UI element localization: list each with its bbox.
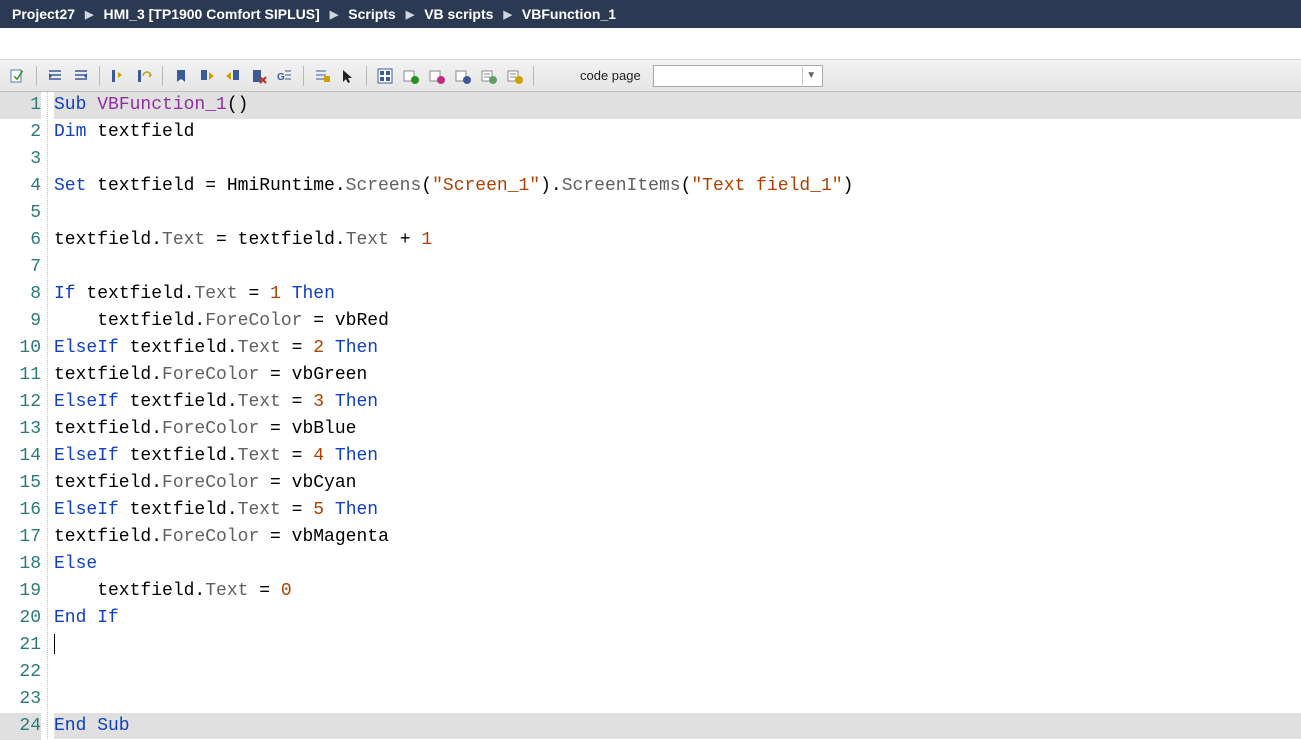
- code-page-select[interactable]: ▼: [653, 65, 823, 87]
- line-number: 22: [0, 659, 41, 686]
- line-number: 24: [0, 713, 41, 740]
- chevron-right-icon: ▶: [324, 8, 344, 21]
- code-line[interactable]: [54, 686, 1301, 713]
- code-line[interactable]: [54, 659, 1301, 686]
- code-line[interactable]: Sub VBFunction_1(): [54, 92, 1301, 119]
- header-spacer: [0, 28, 1301, 60]
- line-number: 7: [0, 254, 41, 281]
- indent-button[interactable]: [43, 64, 67, 88]
- object-list-button[interactable]: [373, 64, 397, 88]
- line-number: 21: [0, 632, 41, 659]
- chevron-right-icon: ▶: [400, 8, 420, 21]
- code-area[interactable]: Sub VBFunction_1()Dim textfield Set textf…: [48, 92, 1301, 739]
- code-line[interactable]: textfield.ForeColor = vbBlue: [54, 416, 1301, 443]
- toolbar-separator: [366, 66, 367, 86]
- toolbar-separator: [303, 66, 304, 86]
- code-line[interactable]: If textfield.Text = 1 Then: [54, 281, 1301, 308]
- text-caret: [54, 634, 55, 654]
- code-line[interactable]: textfield.ForeColor = vbMagenta: [54, 524, 1301, 551]
- code-line[interactable]: Dim textfield: [54, 119, 1301, 146]
- breadcrumb: Project27 ▶ HMI_3 [TP1900 Comfort SIPLUS…: [0, 0, 1301, 28]
- code-editor[interactable]: 123456789101112131415161718192021222324 …: [0, 92, 1301, 739]
- editor-toolbar: G code page ▼: [0, 60, 1301, 92]
- line-number: 5: [0, 200, 41, 227]
- line-number: 20: [0, 605, 41, 632]
- code-line[interactable]: ElseIf textfield.Text = 4 Then: [54, 443, 1301, 470]
- line-number-gutter: 123456789101112131415161718192021222324: [0, 92, 48, 739]
- code-line[interactable]: Set textfield = HmiRuntime.Screens("Scre…: [54, 173, 1301, 200]
- toolbar-separator: [533, 66, 534, 86]
- line-number: 11: [0, 362, 41, 389]
- line-number: 17: [0, 524, 41, 551]
- chevron-down-icon: ▼: [802, 67, 820, 85]
- line-number: 1: [0, 92, 41, 119]
- code-line[interactable]: End If: [54, 605, 1301, 632]
- code-line[interactable]: ElseIf textfield.Text = 3 Then: [54, 389, 1301, 416]
- check-script-button[interactable]: [6, 64, 30, 88]
- line-number: 23: [0, 686, 41, 713]
- code-line[interactable]: [54, 632, 1301, 659]
- clear-bookmarks-button[interactable]: [247, 64, 271, 88]
- step-into-button[interactable]: [106, 64, 130, 88]
- insert-list-button[interactable]: [477, 64, 501, 88]
- chevron-right-icon: ▶: [497, 8, 517, 21]
- code-line[interactable]: textfield.Text = 0: [54, 578, 1301, 605]
- code-line[interactable]: textfield.ForeColor = vbCyan: [54, 470, 1301, 497]
- code-line[interactable]: [54, 200, 1301, 227]
- insert-object-button[interactable]: [451, 64, 475, 88]
- line-number: 12: [0, 389, 41, 416]
- code-page-label: code page: [580, 68, 641, 83]
- svg-text:G: G: [277, 72, 285, 83]
- line-number: 3: [0, 146, 41, 173]
- line-number: 8: [0, 281, 41, 308]
- line-number: 15: [0, 470, 41, 497]
- line-number: 2: [0, 119, 41, 146]
- breadcrumb-item[interactable]: HMI_3 [TP1900 Comfort SIPLUS]: [100, 6, 324, 22]
- breadcrumb-item[interactable]: Scripts: [344, 6, 399, 22]
- toolbar-separator: [99, 66, 100, 86]
- toolbar-separator: [36, 66, 37, 86]
- code-line[interactable]: [54, 254, 1301, 281]
- code-line[interactable]: Else: [54, 551, 1301, 578]
- cursor-button[interactable]: [336, 64, 360, 88]
- line-number: 10: [0, 335, 41, 362]
- breadcrumb-item[interactable]: Project27: [8, 6, 79, 22]
- code-line[interactable]: [54, 146, 1301, 173]
- insert-function-button[interactable]: [503, 64, 527, 88]
- breadcrumb-item[interactable]: VB scripts: [420, 6, 497, 22]
- insert-screen-button[interactable]: [425, 64, 449, 88]
- line-number: 14: [0, 443, 41, 470]
- step-over-button[interactable]: [132, 64, 156, 88]
- line-number: 4: [0, 173, 41, 200]
- chevron-right-icon: ▶: [79, 8, 99, 21]
- line-number: 18: [0, 551, 41, 578]
- prev-bookmark-button[interactable]: [221, 64, 245, 88]
- code-line[interactable]: ElseIf textfield.Text = 2 Then: [54, 335, 1301, 362]
- go-to-line-button[interactable]: G: [273, 64, 297, 88]
- code-line[interactable]: textfield.ForeColor = vbRed: [54, 308, 1301, 335]
- line-number: 16: [0, 497, 41, 524]
- code-line[interactable]: textfield.Text = textfield.Text + 1: [54, 227, 1301, 254]
- toggle-bookmark-button[interactable]: [169, 64, 193, 88]
- line-number: 9: [0, 308, 41, 335]
- code-line[interactable]: End Sub: [54, 713, 1301, 739]
- code-line[interactable]: textfield.ForeColor = vbGreen: [54, 362, 1301, 389]
- line-number: 13: [0, 416, 41, 443]
- breadcrumb-item[interactable]: VBFunction_1: [518, 6, 620, 22]
- insert-tag-button[interactable]: [399, 64, 423, 88]
- line-number: 6: [0, 227, 41, 254]
- toolbar-separator: [162, 66, 163, 86]
- next-bookmark-button[interactable]: [195, 64, 219, 88]
- line-number: 19: [0, 578, 41, 605]
- comment-button[interactable]: [310, 64, 334, 88]
- code-line[interactable]: ElseIf textfield.Text = 5 Then: [54, 497, 1301, 524]
- outdent-button[interactable]: [69, 64, 93, 88]
